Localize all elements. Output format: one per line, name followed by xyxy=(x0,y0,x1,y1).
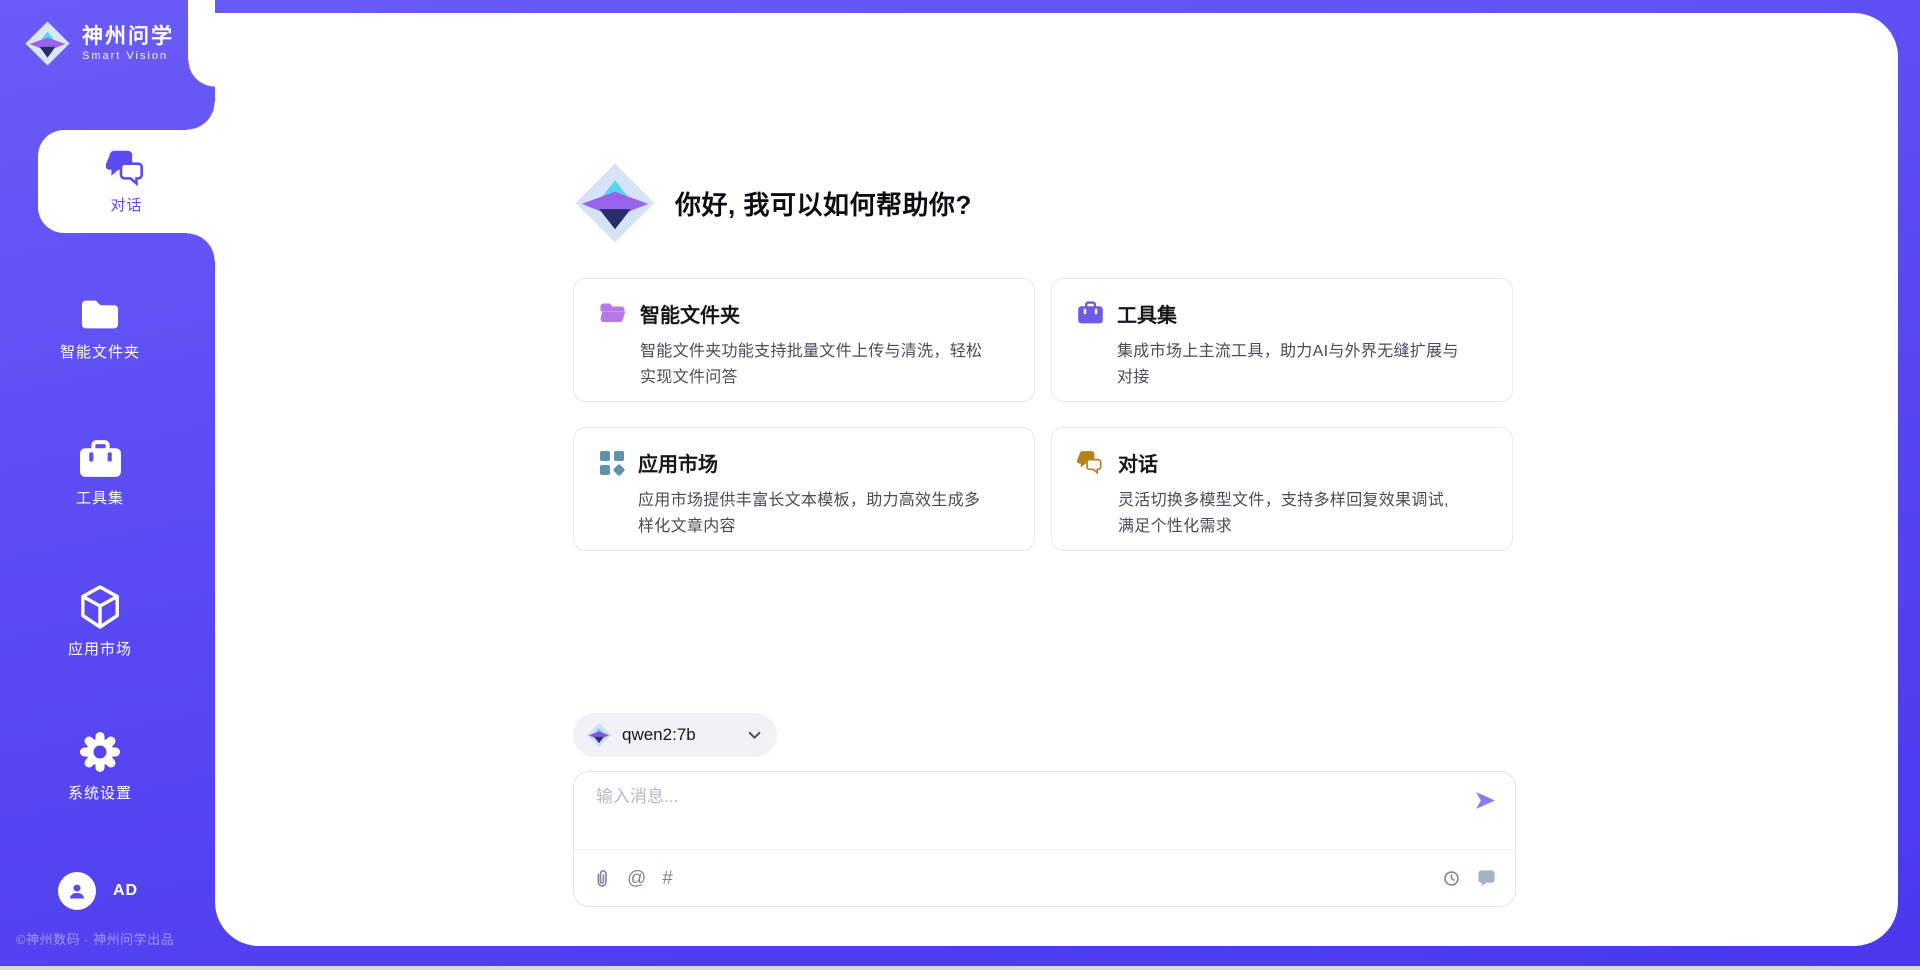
card-description: 智能文件夹功能支持批量文件上传与清洗，轻松实现文件问答 xyxy=(640,339,988,391)
user-chip[interactable]: AD xyxy=(58,872,138,910)
main-content: 你好, 我可以如何帮助你? 智能文件夹 智能文件夹功能支持批量文件上传与清洗，轻… xyxy=(215,13,1898,946)
chat-icon xyxy=(106,149,148,187)
brand-diamond-icon xyxy=(24,20,71,67)
user-name: AD xyxy=(113,882,138,900)
chat-icon xyxy=(1077,448,1105,475)
topic-button[interactable]: # xyxy=(662,869,673,888)
copyright: ©神州数码 · 神州问学出品 xyxy=(16,929,174,948)
mention-button[interactable]: @ xyxy=(627,869,646,888)
folder-icon xyxy=(79,296,121,333)
card-app-market[interactable]: 应用市场 应用市场提供丰富长文本模板，助力高效生成多样化文章内容 xyxy=(573,427,1035,551)
greeting: 你好, 我可以如何帮助你? xyxy=(573,161,972,245)
app-subtitle: Smart Vision xyxy=(82,50,174,62)
app-root: 神州问学 Smart Vision 对话 智能文件夹 工具集 xyxy=(0,0,1920,970)
sidebar-item-label: 智能文件夹 xyxy=(60,341,140,362)
send-icon xyxy=(1474,790,1497,811)
brand-diamond-icon xyxy=(586,722,612,748)
briefcase-icon xyxy=(1077,299,1104,325)
gear-icon xyxy=(78,730,122,774)
card-title: 工具集 xyxy=(1117,299,1465,328)
sidebar-item-tools[interactable]: 工具集 xyxy=(0,440,200,508)
composer-input-area xyxy=(574,772,1515,850)
brand-diamond-icon xyxy=(573,161,657,245)
card-title: 智能文件夹 xyxy=(640,299,988,328)
card-description: 灵活切换多模型文件，支持多样回复效果调试, 满足个性化需求 xyxy=(1118,488,1466,540)
grid-icon xyxy=(599,448,625,476)
feature-cards: 智能文件夹 智能文件夹功能支持批量文件上传与清洗，轻松实现文件问答 工具集 集成… xyxy=(573,278,1513,551)
tab-fillet-top xyxy=(187,102,215,130)
new-chat-button[interactable] xyxy=(1477,869,1496,887)
composer-toolbar: @ # xyxy=(574,850,1515,906)
sidebar-item-label: 系统设置 xyxy=(68,782,132,803)
history-icon xyxy=(1442,869,1461,888)
sidebar-item-chat[interactable]: 对话 xyxy=(38,130,215,233)
card-chat[interactable]: 对话 灵活切换多模型文件，支持多样回复效果调试, 满足个性化需求 xyxy=(1051,427,1513,551)
chevron-down-icon xyxy=(748,731,761,740)
surface-sliver xyxy=(188,0,215,60)
folder-open-icon xyxy=(599,299,627,325)
message-input[interactable] xyxy=(594,786,1418,808)
window-bottom-edge xyxy=(0,966,1920,970)
cube-icon xyxy=(79,584,121,630)
model-name: qwen2:7b xyxy=(622,725,696,745)
comment-icon xyxy=(1477,869,1496,887)
sidebar-item-folders[interactable]: 智能文件夹 xyxy=(0,296,200,362)
sidebar-item-label: 对话 xyxy=(110,194,142,215)
sidebar-item-label: 工具集 xyxy=(76,487,124,508)
message-composer: @ # xyxy=(573,771,1516,907)
card-title: 应用市场 xyxy=(638,448,986,477)
history-button[interactable] xyxy=(1442,869,1461,888)
sidebar-item-market[interactable]: 应用市场 xyxy=(0,584,200,659)
tab-fillet-bottom xyxy=(187,233,215,261)
card-toolset[interactable]: 工具集 集成市场上主流工具，助力AI与外界无缝扩展与对接 xyxy=(1051,278,1513,402)
person-icon xyxy=(67,881,87,901)
app-title: 神州问学 xyxy=(82,25,174,49)
sidebar-item-settings[interactable]: 系统设置 xyxy=(0,730,200,803)
app-logo: 神州问学 Smart Vision xyxy=(24,20,174,67)
briefcase-icon xyxy=(78,440,123,479)
at-icon: @ xyxy=(627,869,646,888)
card-title: 对话 xyxy=(1118,448,1466,477)
card-smart-folder[interactable]: 智能文件夹 智能文件夹功能支持批量文件上传与清洗，轻松实现文件问答 xyxy=(573,278,1035,402)
paperclip-icon xyxy=(593,868,611,889)
card-description: 集成市场上主流工具，助力AI与外界无缝扩展与对接 xyxy=(1117,339,1465,391)
avatar xyxy=(58,872,96,910)
greeting-text: 你好, 我可以如何帮助你? xyxy=(675,185,972,222)
attach-file-button[interactable] xyxy=(593,868,611,889)
hash-icon: # xyxy=(662,869,673,888)
sidebar-item-label: 应用市场 xyxy=(68,638,132,659)
card-description: 应用市场提供丰富长文本模板，助力高效生成多样化文章内容 xyxy=(638,488,986,540)
send-button[interactable] xyxy=(1474,790,1497,816)
model-selector[interactable]: qwen2:7b xyxy=(573,713,777,757)
